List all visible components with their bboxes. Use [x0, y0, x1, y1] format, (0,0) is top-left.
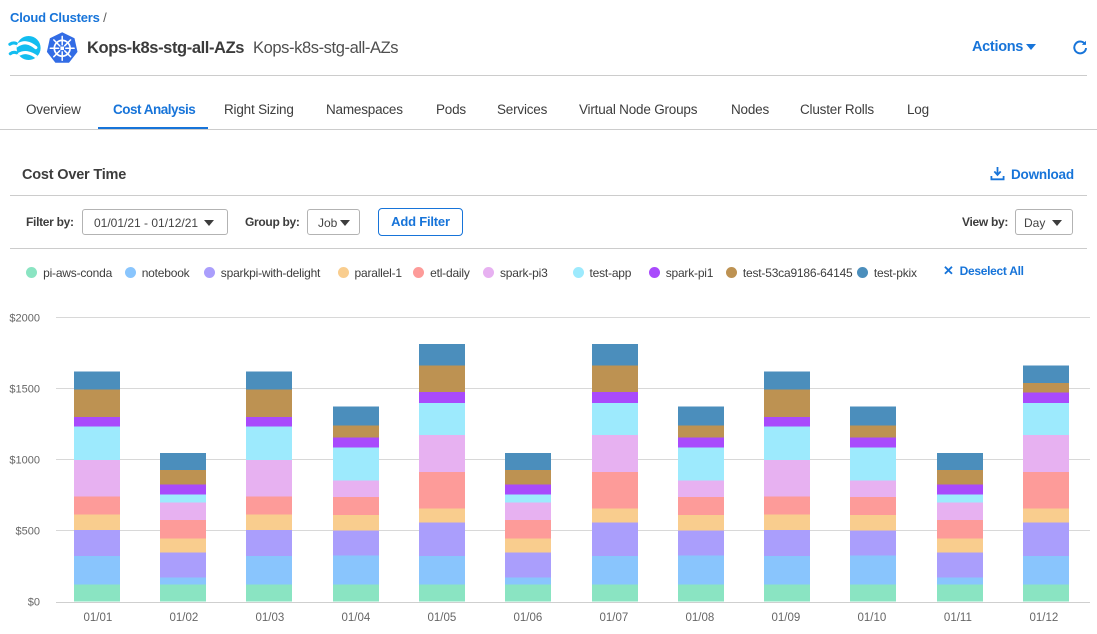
- svg-text:$500: $500: [16, 526, 40, 538]
- svg-text:01/09: 01/09: [772, 612, 801, 624]
- svg-text:01/07: 01/07: [600, 612, 629, 624]
- svg-text:01/01: 01/01: [84, 612, 113, 624]
- svg-text:$2000: $2000: [9, 313, 40, 325]
- svg-text:$1500: $1500: [9, 384, 40, 396]
- svg-text:01/12: 01/12: [1030, 612, 1059, 624]
- svg-text:01/06: 01/06: [514, 612, 543, 624]
- svg-text:01/02: 01/02: [170, 612, 199, 624]
- svg-text:01/04: 01/04: [342, 612, 371, 624]
- svg-text:01/08: 01/08: [686, 612, 715, 624]
- svg-text:$1000: $1000: [9, 455, 40, 467]
- svg-text:01/05: 01/05: [428, 612, 457, 624]
- svg-text:01/11: 01/11: [944, 612, 972, 624]
- svg-text:$0: $0: [28, 597, 40, 609]
- svg-text:01/10: 01/10: [858, 612, 887, 624]
- svg-text:01/03: 01/03: [256, 612, 285, 624]
